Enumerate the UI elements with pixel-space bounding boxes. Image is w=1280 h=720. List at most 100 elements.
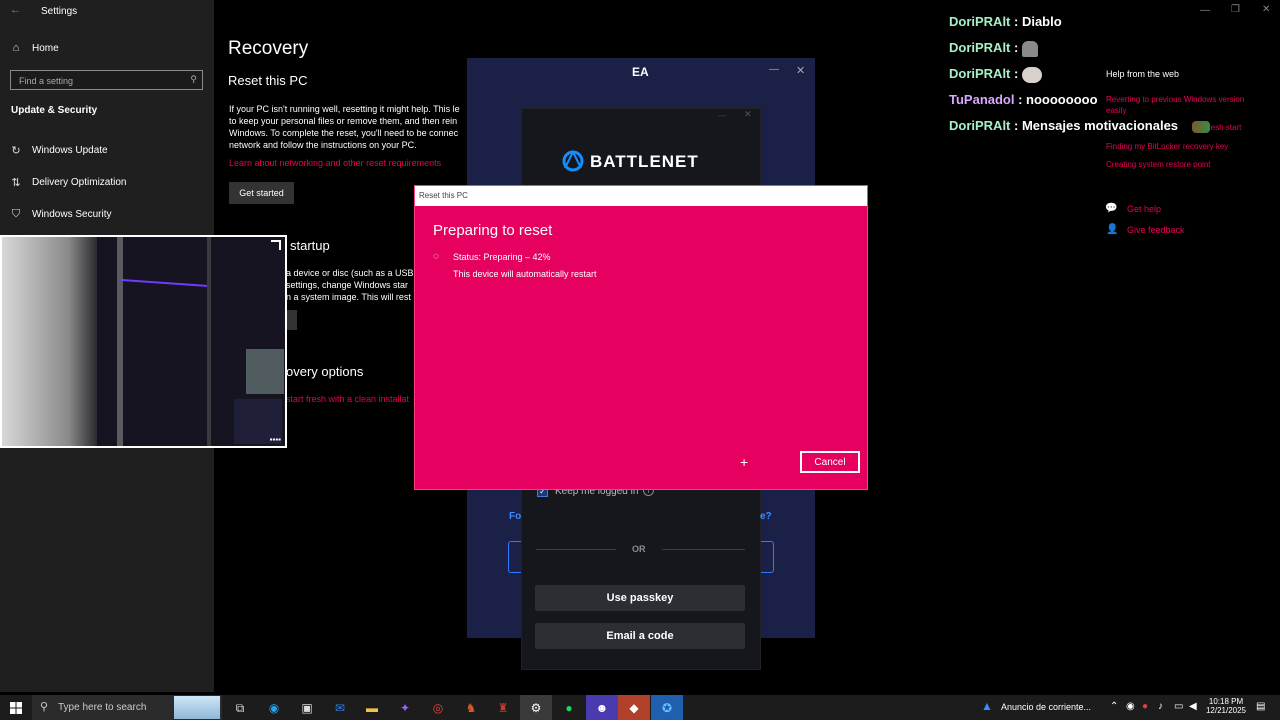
emote-icon (1192, 121, 1210, 133)
startup-description: a device or disc (such as a USB settings… (286, 268, 414, 302)
chat-message: DoriPRAlt : (949, 66, 1042, 83)
reset-description: If your PC isn't running well, resetting… (229, 104, 460, 150)
delivery-icon: ⇅ (11, 176, 21, 189)
chat-message: DoriPRAlt : (949, 40, 1038, 57)
bnet-minimize-icon[interactable]: — (718, 111, 726, 120)
minimize-icon[interactable]: — (1200, 5, 1210, 16)
maximize-icon[interactable]: ❐ (1231, 4, 1240, 15)
clock[interactable]: 10:18 PM 12/21/2025 (1204, 697, 1248, 715)
network-icon[interactable]: ▭ (1174, 701, 1183, 712)
tombstone-emote-icon (1021, 40, 1038, 57)
spinner-icon: ◌ (433, 251, 439, 262)
webcam-overlay: ▪▪▪▪ (0, 235, 287, 448)
tray-record-icon[interactable]: ● (1142, 701, 1148, 712)
search-icon: ⚲ (40, 701, 49, 713)
forgot-link-right[interactable]: e? (760, 511, 772, 522)
taskbar-search-placeholder: Type here to search (58, 702, 147, 713)
search-icon: ⚲ (190, 74, 197, 84)
restart-note: This device will automatically restart (453, 269, 597, 279)
discord-icon[interactable]: ☻ (592, 698, 612, 718)
sidebar-item-label: Delivery Optimization (32, 176, 127, 188)
use-passkey-button[interactable]: Use passkey (535, 585, 745, 611)
close-icon[interactable]: ✕ (1262, 4, 1270, 15)
copilot-icon[interactable]: ✦ (395, 698, 415, 718)
help-title: Help from the web (1106, 69, 1180, 79)
mail-icon[interactable]: ✉ (330, 698, 350, 718)
sidebar-item-windows-security[interactable]: ⛉ Windows Security (0, 201, 214, 227)
tray-icon[interactable]: ◉ (1126, 701, 1135, 712)
reset-dialog-titlebar: Reset this PC (415, 186, 867, 206)
reset-heading: Preparing to reset (433, 222, 553, 239)
volume-icon[interactable]: ◀ (1189, 701, 1197, 712)
file-explorer-icon[interactable]: ▬ (362, 698, 382, 718)
reset-requirements-link[interactable]: Learn about networking and other reset r… (229, 158, 467, 168)
game-app-icon[interactable]: ♞ (461, 698, 481, 718)
chat-message: DoriPRAlt : Mensajes motivacionales (949, 118, 1179, 133)
clean-install-link[interactable]: start fresh with a clean installat (286, 394, 414, 404)
webcam-person (2, 237, 97, 446)
battlenet-taskbar-icon[interactable]: ✪ (657, 698, 677, 718)
login-button-edge-left[interactable] (508, 541, 521, 573)
cat-emote-icon (1021, 66, 1042, 83)
give-feedback-link[interactable]: Give feedback (1127, 225, 1185, 235)
forgot-link-left[interactable]: Fo (509, 511, 521, 522)
divider (536, 549, 616, 550)
bnet-close-icon[interactable]: ✕ (744, 109, 752, 120)
email-code-button[interactable]: Email a code (535, 623, 745, 649)
webcam-door-frame (117, 237, 123, 446)
chat-text: Diablo (1021, 14, 1062, 29)
chrome-icon[interactable]: ◎ (428, 698, 448, 718)
windows-start-icon[interactable] (6, 698, 26, 718)
section-title: Update & Security (11, 105, 98, 116)
sidebar-item-home[interactable]: ⌂ Home (0, 35, 214, 61)
edge-icon[interactable]: ◉ (264, 698, 284, 718)
clock-time: 10:18 PM (1208, 697, 1244, 706)
sidebar-item-delivery-optimization[interactable]: ⇅ Delivery Optimization (0, 169, 214, 195)
help-link[interactable]: Finding my BitLocker recovery key (1106, 142, 1228, 151)
help-link[interactable]: Reverting to previous Windows version ea… (1106, 94, 1246, 116)
search-input[interactable] (11, 72, 171, 90)
chat-message: DoriPRAlt : Diablo (949, 14, 1062, 29)
sidebar-item-windows-update[interactable]: ↻ Windows Update (0, 137, 214, 163)
restart-now-button[interactable] (286, 310, 297, 330)
chat-username: DoriPRAlt (949, 14, 1011, 29)
login-button-edge-right[interactable] (761, 541, 774, 573)
settings-gear-icon[interactable]: ⚙ (526, 698, 546, 718)
more-icon[interactable]: ▪▪▪▪ (270, 435, 281, 444)
chat-text: Mensajes motivacionales (1021, 118, 1179, 133)
game-app-icon-2[interactable]: ♜ (493, 698, 513, 718)
settings-search[interactable]: ⚲ (10, 70, 203, 90)
chat-text: noooooooo (1026, 92, 1098, 107)
task-view-icon[interactable]: ⧉ (230, 698, 250, 718)
home-icon: ⌂ (12, 42, 20, 54)
help-link[interactable]: resh start (1208, 123, 1241, 132)
ea-title: EA (632, 65, 649, 79)
ea-minimize-icon[interactable]: — (769, 64, 779, 75)
shield-icon: ⛉ (11, 207, 21, 220)
search-highlight-image (174, 696, 220, 719)
back-arrow-icon[interactable]: ← (10, 4, 21, 16)
store-icon[interactable]: ▣ (297, 698, 317, 718)
tray-chevron-icon[interactable]: ⌃ (1110, 701, 1118, 712)
taskbar-search[interactable]: ⚲ Type here to search (32, 695, 222, 720)
microphone-icon[interactable]: ♪ (1158, 701, 1163, 712)
get-started-button[interactable]: Get started (229, 182, 294, 204)
chat-message: TuPanadol : noooooooo (949, 92, 1098, 107)
spotify-icon[interactable]: ● (559, 698, 579, 718)
chat-username: DoriPRAlt (949, 66, 1011, 81)
chat-username: DoriPRAlt (949, 40, 1011, 55)
ea-app-icon[interactable]: ◆ (624, 698, 644, 718)
notification-text[interactable]: Anuncio de corriente... (1001, 702, 1091, 712)
feedback-icon: 👤 (1106, 224, 1119, 235)
sidebar-item-label: Windows Update (32, 144, 108, 156)
chat-username: TuPanadol (949, 92, 1015, 107)
get-help-link[interactable]: Get help (1127, 204, 1161, 214)
help-link[interactable]: Creating system restore point (1106, 160, 1211, 169)
warning-icon[interactable]: ▲ (981, 699, 993, 713)
or-separator: OR (632, 544, 646, 554)
get-help-icon: 💬 (1105, 203, 1118, 214)
expand-icon[interactable] (271, 240, 281, 250)
action-center-icon[interactable]: ▤ (1256, 701, 1265, 712)
ea-close-icon[interactable]: ✕ (796, 64, 805, 77)
cancel-button[interactable]: Cancel (800, 451, 860, 473)
